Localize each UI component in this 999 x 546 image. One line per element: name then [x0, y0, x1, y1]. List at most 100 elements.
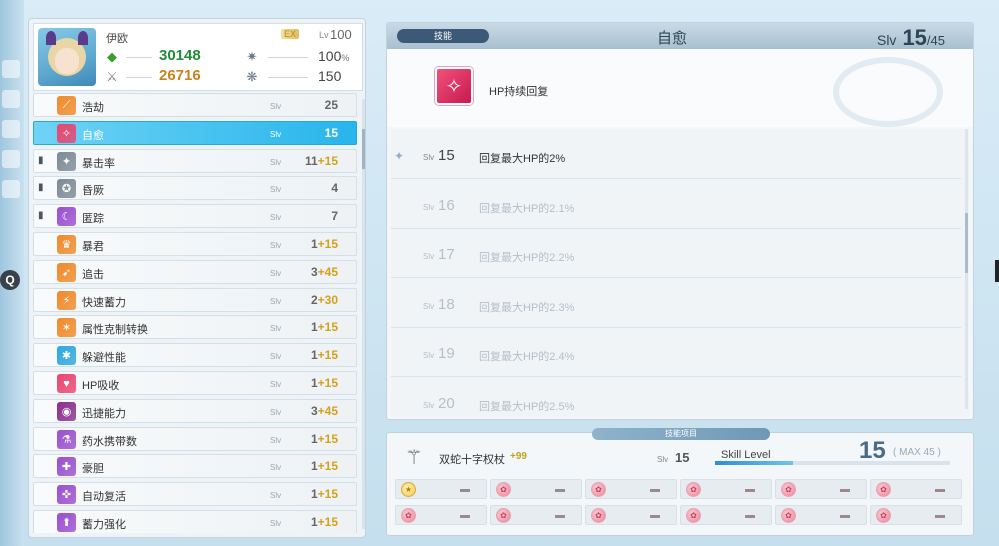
skill-row[interactable]: ⚗ 药水携带数 Slv 1+15 — [33, 426, 357, 451]
skill-row[interactable]: ◉ 迅捷能力 Slv 3+45 — [33, 398, 357, 423]
evade-icon: ✱ — [57, 346, 76, 366]
level-effect-row: Slv 16 回复最大HP的2.1% — [391, 179, 961, 229]
sword-icon: ⚔ — [106, 69, 118, 84]
skill-name: 浩劫 — [82, 102, 104, 114]
gem-slot[interactable]: ✿ — [870, 479, 962, 499]
gem-slot[interactable]: ✿ — [585, 479, 677, 499]
skill-slv-base: 1 — [310, 320, 318, 335]
level-effect-text: 回复最大HP的2.2% — [479, 252, 575, 265]
level-effect-text: 回复最大HP的2.1% — [479, 202, 575, 215]
skill-row[interactable]: ✧ 自愈 Slv 15 — [33, 120, 357, 145]
skill-slv-base: 11 — [304, 153, 318, 168]
skill-slv-bonus: +15 — [317, 320, 338, 335]
flower-gem-icon: ✿ — [781, 508, 796, 523]
boost-icon: ⬆ — [57, 513, 76, 532]
gem-slot[interactable]: ✿ — [490, 479, 582, 499]
skill-slv-bonus: +30 — [317, 292, 338, 307]
flower-gem-icon: ✿ — [591, 482, 606, 497]
side-tab — [2, 150, 20, 168]
level-list-scroll-thumb[interactable] — [965, 213, 968, 273]
skill-row[interactable]: ✚ 豪胆 Slv 1+15 — [33, 454, 357, 479]
gem-slot[interactable]: ✿ — [680, 505, 772, 525]
skill-slv-value: 1+15 — [311, 487, 338, 501]
skill-slv-value: 1+15 — [311, 515, 338, 529]
level-slv-number: 16 — [438, 196, 455, 214]
level-effect-text: 回复最大HP的2.3% — [479, 301, 575, 314]
skill-name: 蓄力强化 — [82, 519, 126, 531]
skill-name: 暴君 — [82, 241, 104, 253]
empty-value-dash — [460, 515, 470, 518]
skill-row[interactable]: ➹ 追击 Slv 3+45 — [33, 259, 357, 284]
skill-slv-value: 4 — [331, 181, 338, 195]
edge-marker — [995, 260, 999, 282]
flower-gem-icon: ✿ — [496, 482, 511, 497]
skill-row[interactable]: ✱ 躲避性能 Slv 1+15 — [33, 343, 357, 368]
skill-slv-value: 1+15 — [311, 348, 338, 362]
empty-value-dash — [935, 515, 945, 518]
skill-row[interactable]: ✜ 自动复活 Slv 1+15 — [33, 482, 357, 507]
skill-row[interactable]: ▮ ✪ 昏厥 Slv 4 — [33, 176, 357, 201]
skill-slv-value: 1+15 — [311, 237, 338, 251]
level-slv-number: 17 — [438, 246, 455, 264]
gem-slot[interactable]: ★ — [395, 479, 487, 499]
side-tab — [2, 90, 20, 108]
gem-slot[interactable]: ✿ — [490, 505, 582, 525]
slash-icon: ⟋ — [57, 96, 76, 115]
stat1-value: 100% — [318, 48, 350, 64]
character-level: 100 — [330, 27, 352, 42]
flower-gem-icon: ✿ — [781, 482, 796, 497]
skill-slv-bonus: +15 — [317, 348, 338, 363]
skill-level-value: 15 — [859, 437, 886, 464]
gem-slot-row: ✿ ✿ ✿ ✿ ✿ ✿ — [395, 505, 969, 525]
level-effect-list: ✦ Slv 15 回复最大HP的2% Slv 16 回复最大HP的2.1% Slv 17 回复最大… — [391, 129, 969, 417]
crit-icon: ✦ — [57, 151, 76, 171]
source-tag: 技能项目 — [592, 428, 770, 440]
skill-slv-bonus: +45 — [317, 403, 338, 418]
absorb-icon: ♥ — [57, 374, 76, 393]
level-effect-text: 回复最大HP的2.5% — [479, 401, 575, 413]
flower-gem-icon: ✿ — [686, 482, 701, 497]
skill-name: 自动复活 — [82, 491, 126, 504]
background-ornament — [833, 57, 943, 127]
skill-list-panel: 伊欧 EX Lv 100 ◆ 30148 ✷ 100% ⚔ 26716 ❋ 15… — [28, 18, 366, 538]
gem-slot[interactable]: ✿ — [870, 505, 962, 525]
level-slv-number: 15 — [438, 147, 455, 164]
level-slv-label: Slv — [423, 252, 435, 262]
skill-row[interactable]: ✶ 属性克制转换 Slv 1+15 — [33, 315, 357, 340]
flower-gem-icon: ✿ — [591, 508, 606, 523]
skill-list-scroll-thumb[interactable] — [362, 129, 365, 169]
skill-name: 暴击率 — [82, 157, 115, 170]
skill-slv-value: 7 — [331, 209, 338, 223]
skill-slv-bonus: +15 — [317, 431, 338, 446]
empty-value-dash — [745, 489, 755, 492]
skill-slv-base: 4 — [331, 181, 338, 196]
gem-slot[interactable]: ✿ — [775, 479, 867, 499]
gem-slot[interactable]: ✿ — [680, 479, 772, 499]
skill-slv-base: 1 — [310, 459, 318, 474]
skill-row[interactable]: ♥ HP吸收 Slv 1+15 — [33, 371, 357, 395]
character-avatar[interactable] — [38, 28, 96, 86]
gem-slot[interactable]: ✿ — [775, 505, 867, 525]
skill-slv-label: Slv — [270, 324, 282, 334]
skill-row[interactable]: ⟋ 浩劫 Slv 25 — [33, 93, 357, 117]
courage-icon: ✚ — [57, 457, 76, 477]
skill-name: 躲避性能 — [82, 352, 126, 365]
empty-value-dash — [555, 489, 565, 492]
skill-level-max: ( MAX 45 ) — [893, 447, 941, 458]
skill-row[interactable]: ⚡ 快速蓄力 Slv 2+30 — [33, 287, 357, 312]
gem-slot[interactable]: ✿ — [395, 505, 487, 525]
skill-name: 药水携带数 — [82, 435, 137, 448]
q-hotkey-button[interactable]: Q — [0, 270, 20, 290]
skill-slv-value: 1+15 — [311, 320, 338, 334]
skill-row[interactable]: ♛ 暴君 Slv 1+15 — [33, 232, 357, 256]
scepter-icon[interactable]: ⚚ — [405, 445, 431, 471]
gem-slot[interactable]: ✿ — [585, 505, 677, 525]
skill-row[interactable]: ▮ ✦ 暴击率 Slv 11+15 — [33, 148, 357, 173]
stun-icon: ✪ — [57, 179, 76, 199]
skill-row[interactable]: ▮ ☾ 匿踪 Slv 7 — [33, 204, 357, 229]
attack-value: 30148 — [159, 47, 201, 64]
swift-icon: ◉ — [57, 401, 76, 421]
detail-title: 自愈 — [657, 30, 688, 47]
level-label: Lv — [319, 30, 329, 40]
skill-row[interactable]: ⬆ 蓄力强化 Slv 1+15 — [33, 510, 357, 533]
